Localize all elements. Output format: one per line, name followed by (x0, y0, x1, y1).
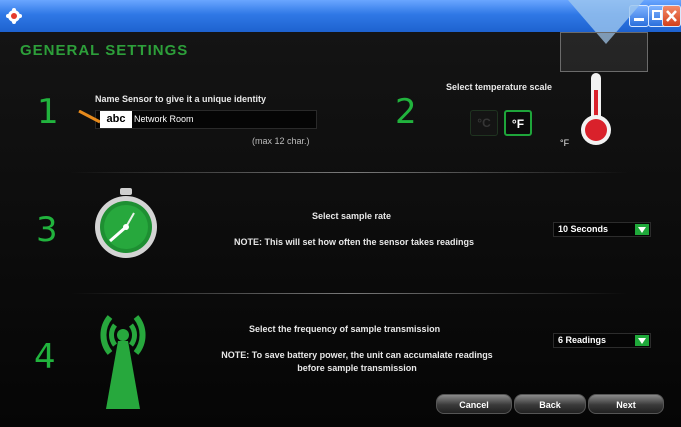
settings-window: GENERAL SETTINGS 1 Name Sensor to give i… (0, 0, 681, 427)
transmission-dropdown[interactable]: 6 Readings (553, 333, 651, 348)
sample-rate-note: NOTE: This will set how often the sensor… (234, 237, 475, 247)
name-sensor-instruction: Name Sensor to give it a unique identity (95, 94, 267, 104)
thermometer-unit-label: °F (560, 138, 570, 148)
step-number-2: 2 (395, 92, 417, 132)
close-icon (666, 10, 677, 22)
transmission-note-line1: NOTE: To save battery power, the unit ca… (221, 350, 493, 360)
transmission-value: 6 Readings (558, 335, 607, 345)
wireless-tower-icon (100, 315, 146, 409)
transmission-instruction: Select the frequency of sample transmiss… (249, 324, 441, 334)
celsius-button[interactable]: °C (470, 110, 498, 136)
cancel-button[interactable]: Cancel (436, 394, 512, 414)
step-number-4: 4 (34, 337, 56, 377)
fahrenheit-button[interactable]: °F (504, 110, 532, 136)
abc-badge: abc (100, 111, 132, 128)
name-length-hint: (max 12 char.) (252, 136, 310, 146)
transmission-note-line2: before sample transmission (297, 363, 417, 373)
gear-app-icon (6, 8, 22, 24)
chevron-down-icon[interactable] (635, 335, 649, 346)
sensor-name-value[interactable]: Network Room (134, 114, 194, 124)
sample-rate-instruction: Select sample rate (312, 211, 392, 221)
back-button[interactable]: Back (514, 394, 586, 414)
page-title: GENERAL SETTINGS (20, 42, 189, 59)
sample-rate-dropdown[interactable]: 10 Seconds (553, 222, 651, 237)
pencil-icon (78, 110, 101, 124)
divider-1 (70, 172, 628, 173)
next-button[interactable]: Next (588, 394, 664, 414)
stopwatch-icon (95, 188, 157, 258)
divider-2 (70, 293, 628, 294)
step-number-3: 3 (36, 210, 58, 250)
overlay-panel (560, 32, 648, 72)
close-button[interactable] (662, 5, 681, 27)
sample-rate-value: 10 Seconds (558, 224, 609, 234)
temperature-instruction: Select temperature scale (446, 82, 553, 92)
thermometer-icon (581, 73, 611, 145)
chevron-down-icon[interactable] (635, 224, 649, 235)
step-number-1: 1 (37, 92, 59, 132)
maximize-icon (652, 10, 662, 20)
